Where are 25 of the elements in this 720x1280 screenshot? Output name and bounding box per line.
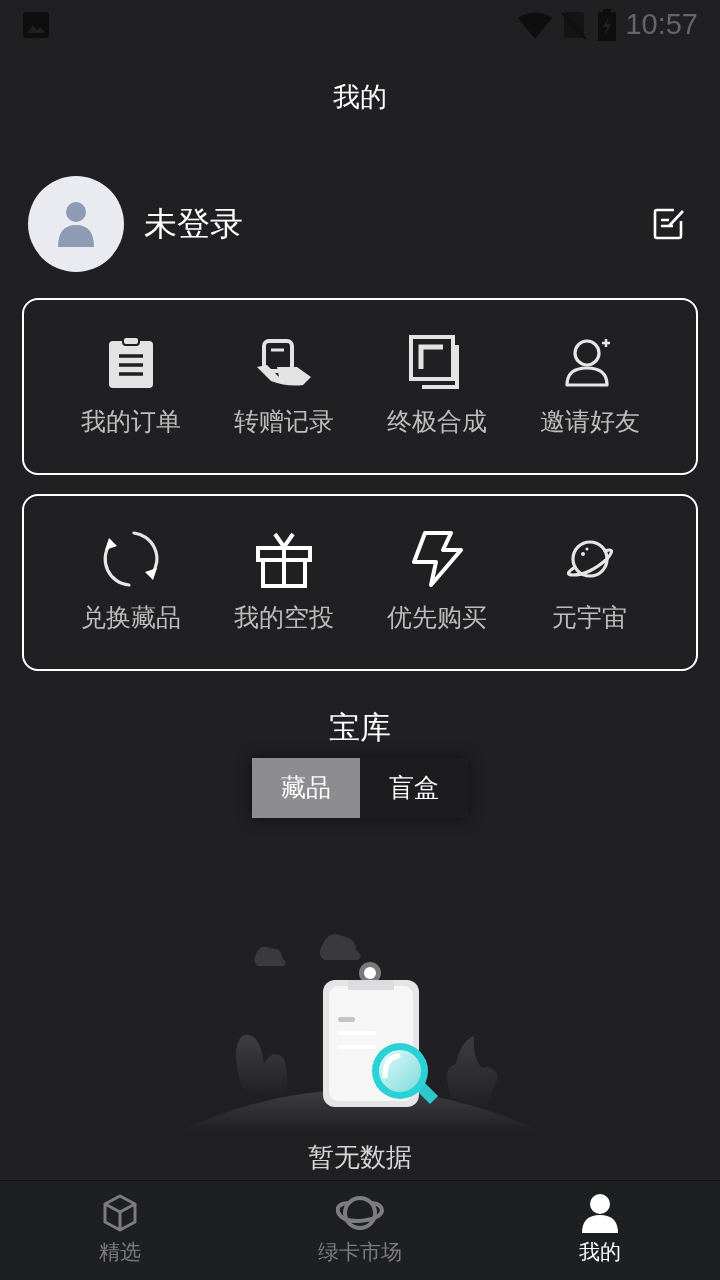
nav-tab[interactable]: 精选 xyxy=(0,1181,240,1280)
segment-tab[interactable]: 盲盒 xyxy=(360,758,468,818)
edit-icon[interactable] xyxy=(652,207,686,241)
page-title: 我的 xyxy=(333,80,387,115)
hand-document-icon xyxy=(256,338,311,387)
person-icon xyxy=(582,1192,618,1233)
clipboard-icon xyxy=(107,336,154,389)
person-icon xyxy=(58,201,94,247)
menu-item[interactable]: 我的订单 xyxy=(54,332,207,441)
menu-item[interactable]: 我的空投 xyxy=(207,528,360,637)
empty-message: 暂无数据 xyxy=(308,1141,412,1174)
planet-icon xyxy=(336,1193,384,1232)
status-time: 10:57 xyxy=(625,7,698,43)
refresh-icon xyxy=(101,529,160,588)
username[interactable]: 未登录 xyxy=(144,199,243,249)
nav-tab[interactable]: 我的 xyxy=(480,1181,720,1280)
menu-item[interactable]: 转赠记录 xyxy=(207,332,360,441)
cube-icon xyxy=(102,1193,138,1232)
menu-item[interactable]: 元宇宙 xyxy=(513,528,666,637)
menu-item[interactable]: 优先购买 xyxy=(360,528,513,637)
section-title: 宝库 xyxy=(329,708,391,747)
nav-tab[interactable]: 绿卡市场 xyxy=(240,1181,480,1280)
menu-item[interactable]: 兑换藏品 xyxy=(54,528,207,637)
menu-item[interactable]: 终极合成 xyxy=(360,332,513,441)
menu-item[interactable]: 邀请好友 xyxy=(513,332,666,441)
